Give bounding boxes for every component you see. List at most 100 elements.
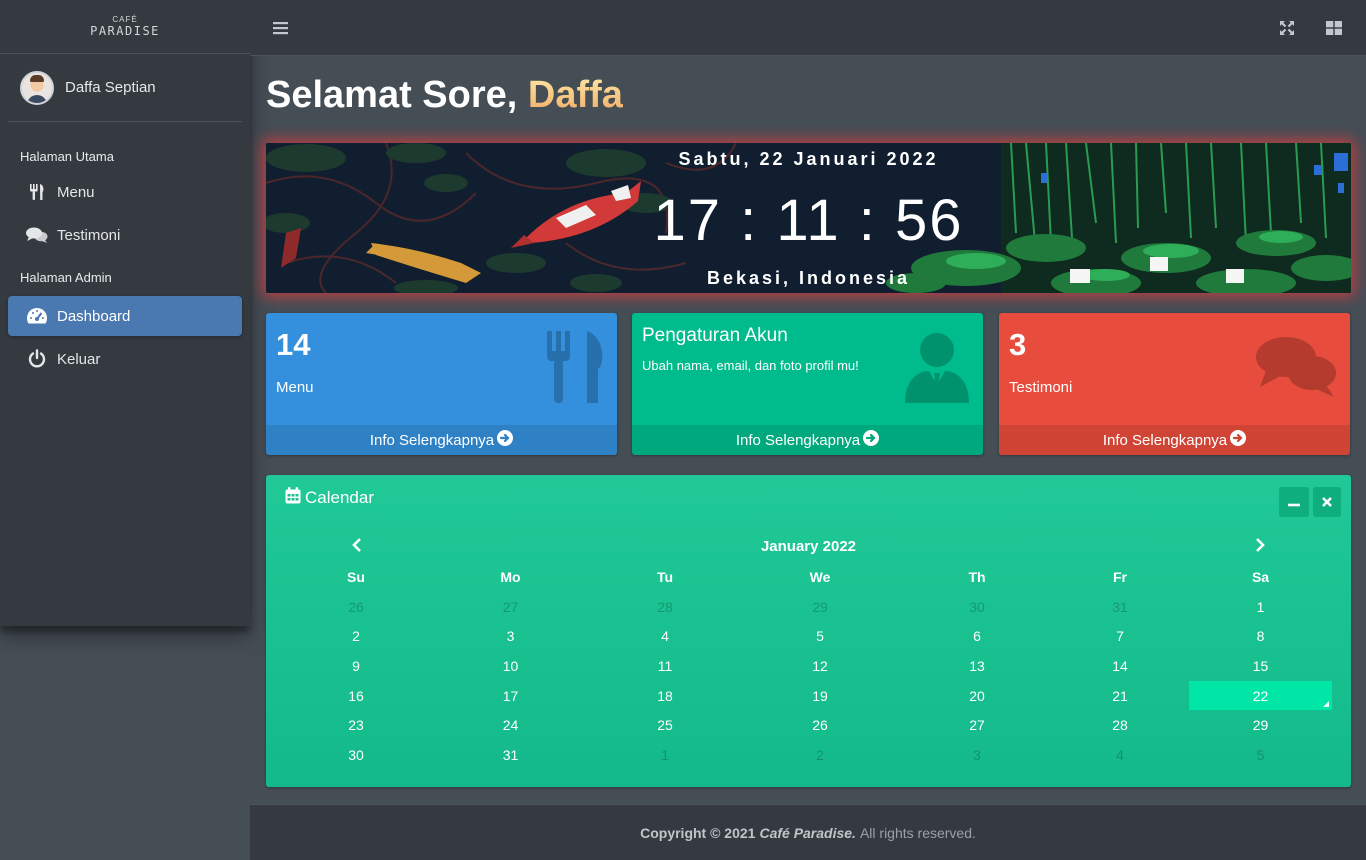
greeting-name: Daffa [527,74,623,116]
calendar-day[interactable]: 31 [1051,592,1189,622]
calendar-day[interactable]: 3 [428,621,593,651]
calendar-day[interactable]: 24 [428,710,593,740]
power-icon [26,349,48,369]
calendar-day[interactable]: 4 [1051,740,1189,770]
clock-banner: Sabtu, 22 Januari 2022 17 : 11 : 56 Beka… [266,143,1351,293]
calendar-day[interactable]: 26 [737,710,903,740]
next-month-button[interactable] [1254,537,1266,558]
collapse-button[interactable] [1279,487,1309,517]
calendar-day[interactable]: 1 [1189,592,1332,622]
arrow-circle-right-icon [1230,430,1247,450]
calendar-day[interactable]: 14 [1051,651,1189,681]
calendar-day[interactable]: 13 [903,651,1051,681]
calendar-day[interactable]: 9 [284,651,428,681]
account-settings-box: Pengaturan Akun Ubah nama, email, dan fo… [632,313,983,455]
footer-brand-link[interactable]: Café Paradise. [759,825,856,841]
calendar-icon [285,487,301,509]
calendar-week-row: 2345678 [284,621,1332,651]
calendar-day[interactable]: 18 [593,681,737,711]
calendar-day[interactable]: 15 [1189,651,1332,681]
calendar-day[interactable]: 23 [284,710,428,740]
sidebar-item-label: Dashboard [57,307,131,325]
calendar-day[interactable]: 4 [593,621,737,651]
calendar-day[interactable]: 21 [1051,681,1189,711]
avatar [20,70,54,105]
calendar-day[interactable]: 30 [903,592,1051,622]
sidebar-item-label: Testimoni [57,226,121,244]
copyright-text: Copyright © 2021 [640,824,756,841]
page-title: Selamat Sore, Daffa [266,74,623,117]
sidebar-item-testimoni[interactable]: Testimoni [8,215,242,255]
link-label: Info Selengkapnya [369,431,495,449]
calendar-day[interactable]: 10 [428,651,593,681]
weekday-label: Sa [1251,568,1270,585]
calendar-day[interactable]: 29 [737,592,903,622]
calendar-month-label[interactable]: January 2022 [266,538,1351,555]
greeting-prefix: Selamat Sore, [266,74,518,116]
calendar-day[interactable]: 25 [593,710,737,740]
fullscreen-icon[interactable] [1276,17,1298,39]
calendar-day[interactable]: 27 [428,592,593,622]
weekday-header-row: Su Mo Tu We Th Fr Sa [284,562,1332,592]
brand-logo[interactable]: CAFÉ PARADISE [0,0,250,54]
banner-location: Bekasi, Indonesia [706,268,911,288]
remove-button[interactable] [1313,487,1341,517]
sidebar-item-dashboard[interactable]: Dashboard [8,296,242,336]
calendar-day[interactable]: 2 [284,621,428,651]
calendar-day[interactable]: 12 [737,651,903,681]
calendar-card-title: Calendar [285,487,374,509]
calendar-day[interactable]: 27 [903,710,1051,740]
link-label: Info Selengkapnya [735,431,861,449]
calendar-day[interactable]: 3 [903,740,1051,770]
calendar-week-row: 9 10 11 12 13 14 15 [284,651,1332,681]
banner-date: Sabtu, 22 Januari 2022 [678,149,939,169]
testimoni-info-link[interactable]: Info Selengkapnya [999,425,1350,455]
calendar-day[interactable]: 29 [1189,710,1332,740]
top-navbar [250,0,1366,56]
calendar-day[interactable]: 31 [428,740,593,770]
comments-icon [1256,335,1336,404]
sidebar-item-keluar[interactable]: Keluar [8,339,242,379]
user-panel[interactable]: Daffa Septian [8,54,242,122]
calendar-day[interactable]: 28 [1051,710,1189,740]
calendar-day[interactable]: 30 [284,740,428,770]
weekday-label: Th [968,568,986,585]
utensils-icon [26,183,48,201]
nav-header-admin: Halaman Admin [20,269,112,285]
weekday-label: Fr [1113,568,1127,585]
calendar-day[interactable]: 2 [737,740,903,770]
calendar-day[interactable]: 6 [903,621,1051,651]
calendar-day[interactable]: 16 [284,681,428,711]
calendar-day[interactable]: 5 [737,621,903,651]
calendar-day[interactable]: 7 [1051,621,1189,651]
brand-top-text: CAFÉ [112,15,138,24]
rights-text: All rights reserved. [859,824,976,841]
sidebar-item-menu[interactable]: Menu [8,172,242,212]
calendar-day[interactable]: 1 [593,740,737,770]
page-footer: Copyright © 2021 Café Paradise. All righ… [250,804,1366,860]
calendar-day[interactable]: 5 [1189,740,1332,770]
account-info-link[interactable]: Info Selengkapnya [632,425,983,455]
nav-header-main: Halaman Utama [20,148,114,164]
hamburger-icon[interactable] [270,17,292,39]
weekday-label: Su [347,568,365,585]
minus-icon [1288,495,1300,510]
weekday-label: Mo [500,568,521,585]
calendar-day[interactable]: 8 [1189,621,1332,651]
menu-info-link[interactable]: Info Selengkapnya [266,425,617,455]
calendar-day[interactable]: 26 [284,592,428,622]
sidebar-item-label: Keluar [57,350,101,368]
utensils-icon [545,331,605,408]
calendar-day[interactable]: 19 [737,681,903,711]
calendar-day[interactable]: 17 [428,681,593,711]
calendar-day[interactable]: 28 [593,592,737,622]
calendar-day[interactable]: 20 [903,681,1051,711]
calendar-day[interactable]: 22 [1189,680,1332,711]
calendar-week-row: 30 31 1 2 3 4 5 [284,740,1332,770]
link-label: Info Selengkapnya [1102,431,1228,449]
grid-icon[interactable] [1323,17,1345,39]
arrow-circle-right-icon [863,430,880,450]
menu-count-box: 14 Menu Info Selengkapnya [266,313,617,455]
calendar-day[interactable]: 11 [593,651,737,681]
weekday-label: Tu [656,568,674,585]
